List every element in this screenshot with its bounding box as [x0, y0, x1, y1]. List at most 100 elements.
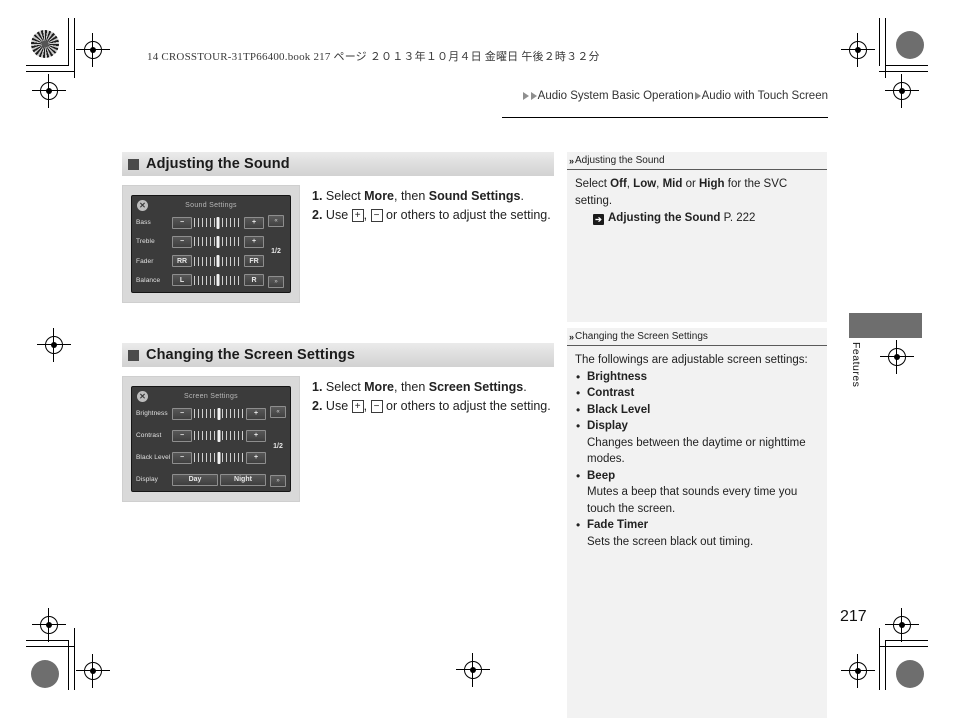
- crop-line: [26, 71, 75, 72]
- registration-mark: [76, 654, 110, 688]
- minus-key-icon: −: [370, 209, 383, 222]
- increase-button[interactable]: +: [246, 407, 266, 420]
- front-button[interactable]: FR: [244, 255, 264, 268]
- step-item: 1. Select More, then Screen Settings.: [312, 378, 562, 397]
- crop-line: [885, 65, 928, 66]
- color-bar-disc-top-right: [896, 31, 924, 59]
- list-item: Contrast: [575, 385, 819, 402]
- crop-line: [26, 646, 75, 647]
- cross-reference[interactable]: ➔ Adjusting the Sound P. 222: [575, 210, 819, 227]
- steps-list-sound: 1. Select More, then Sound Settings. 2. …: [312, 187, 562, 225]
- step-text-post: .: [523, 380, 527, 394]
- decrease-button[interactable]: −: [172, 451, 192, 464]
- day-button[interactable]: Day: [172, 473, 218, 486]
- section-heading-changing-the-screen-settings: Changing the Screen Settings: [122, 343, 554, 367]
- color-bar-disc-top-left: [31, 30, 59, 58]
- chevron-right-icon: [522, 92, 529, 100]
- slider-knob[interactable]: [216, 255, 220, 268]
- device-screen-title: Screen Settings: [184, 393, 238, 400]
- list-item-description: Sets the screen black out timing.: [587, 535, 754, 548]
- level-slider[interactable]: [194, 429, 244, 442]
- slider-knob[interactable]: [217, 407, 221, 420]
- slider-knob[interactable]: [217, 451, 221, 464]
- plus-key-icon: +: [351, 209, 364, 222]
- crop-line: [26, 65, 69, 66]
- option-low: Low: [633, 178, 657, 190]
- step-number: 1.: [312, 380, 323, 394]
- decrease-button[interactable]: −: [172, 407, 192, 420]
- step-text-mid: ,: [363, 208, 371, 222]
- double-chevron-right-icon: »: [569, 331, 574, 342]
- sidebar-panel-title: Changing the Screen Settings: [575, 331, 708, 342]
- level-slider[interactable]: [194, 235, 242, 248]
- right-button[interactable]: R: [244, 274, 264, 287]
- slider-knob[interactable]: [216, 235, 220, 248]
- registration-mark: [456, 653, 490, 687]
- color-bar-disc-bottom-left: [31, 660, 59, 688]
- breadcrumb-item-1: Audio System Basic Operation: [537, 90, 694, 102]
- increase-button[interactable]: +: [246, 451, 266, 464]
- decrease-button[interactable]: −: [172, 429, 192, 442]
- night-button[interactable]: Night: [220, 473, 266, 486]
- plus-key-icon: +: [351, 400, 364, 413]
- step-number: 2.: [312, 208, 323, 222]
- crop-line: [68, 18, 69, 66]
- device-screen-body: Brightness − + Contrast − + Black Level …: [136, 405, 286, 488]
- decrease-button[interactable]: −: [172, 216, 192, 229]
- sidebar-panel-changing-the-screen-settings: » Changing the Screen Settings The follo…: [567, 328, 827, 718]
- color-bar-disc-bottom-right: [896, 660, 924, 688]
- settings-row: Balance L R: [136, 273, 264, 288]
- step-emphasis-1: More: [364, 380, 395, 394]
- device-pager-column: « 1/2 »: [264, 214, 286, 289]
- level-slider[interactable]: [194, 255, 242, 268]
- sidebar-panel-title: Adjusting the Sound: [575, 155, 665, 166]
- slider-knob[interactable]: [216, 274, 220, 287]
- device-screenshot-screen-settings: ✕ Screen Settings Brightness − + Contras…: [122, 376, 300, 502]
- settings-row: Bass − +: [136, 215, 264, 230]
- left-button[interactable]: L: [172, 274, 192, 287]
- sidebar-panel-body: The followings are adjustable screen set…: [567, 346, 827, 558]
- level-slider[interactable]: [194, 407, 244, 420]
- list-item-description: Changes between the daytime or nighttime…: [587, 436, 806, 466]
- row-label: Treble: [136, 238, 155, 246]
- close-icon[interactable]: ✕: [137, 200, 148, 211]
- settings-row: Display Day Night: [136, 472, 266, 487]
- list-item-term: Beep: [587, 469, 616, 482]
- device-screen: ✕ Screen Settings Brightness − + Contras…: [131, 386, 291, 492]
- level-slider[interactable]: [194, 216, 242, 229]
- chevron-up-icon[interactable]: «: [270, 406, 286, 418]
- device-screenshot-sound-settings: ✕ Sound Settings Bass − + Treble − + Fad…: [122, 185, 300, 303]
- step-item: 1. Select More, then Sound Settings.: [312, 187, 562, 206]
- level-slider[interactable]: [194, 274, 242, 287]
- breadcrumb: Audio System Basic Operation Audio with T…: [522, 90, 828, 102]
- decrease-button[interactable]: −: [172, 235, 192, 248]
- section-heading-label: Changing the Screen Settings: [146, 347, 356, 363]
- increase-button[interactable]: +: [244, 216, 264, 229]
- sidebar-panel-title-row: » Adjusting the Sound: [567, 152, 827, 170]
- list-item-term: Black Level: [587, 403, 651, 416]
- row-label: Contrast: [136, 432, 162, 439]
- increase-button[interactable]: +: [246, 429, 266, 442]
- list-item: Beep: [575, 468, 819, 485]
- chevron-down-icon[interactable]: »: [270, 475, 286, 487]
- close-icon[interactable]: ✕: [137, 391, 148, 402]
- slider-knob[interactable]: [216, 216, 220, 229]
- section-thumb-tab: [849, 313, 922, 338]
- registration-mark: [885, 608, 919, 642]
- section-heading-label: Adjusting the Sound: [146, 156, 290, 172]
- rear-button[interactable]: RR: [172, 255, 192, 268]
- slider-knob[interactable]: [217, 429, 221, 442]
- level-slider[interactable]: [194, 451, 244, 464]
- chevron-down-icon[interactable]: »: [268, 276, 284, 288]
- settings-row-list: Bass − + Treble − + Fader RR FR Balance …: [136, 214, 264, 289]
- step-emphasis-2: Screen Settings: [428, 380, 524, 394]
- step-text-post: or others to adjust the setting.: [382, 399, 551, 413]
- double-chevron-right-icon: »: [569, 155, 574, 166]
- increase-button[interactable]: +: [244, 235, 264, 248]
- chevron-up-icon[interactable]: «: [268, 215, 284, 227]
- registration-mark: [885, 74, 919, 108]
- chevron-right-icon: [694, 92, 701, 100]
- cross-reference-title: Adjusting the Sound: [608, 212, 721, 224]
- device-screen: ✕ Sound Settings Bass − + Treble − + Fad…: [131, 195, 291, 293]
- crop-line: [879, 18, 880, 66]
